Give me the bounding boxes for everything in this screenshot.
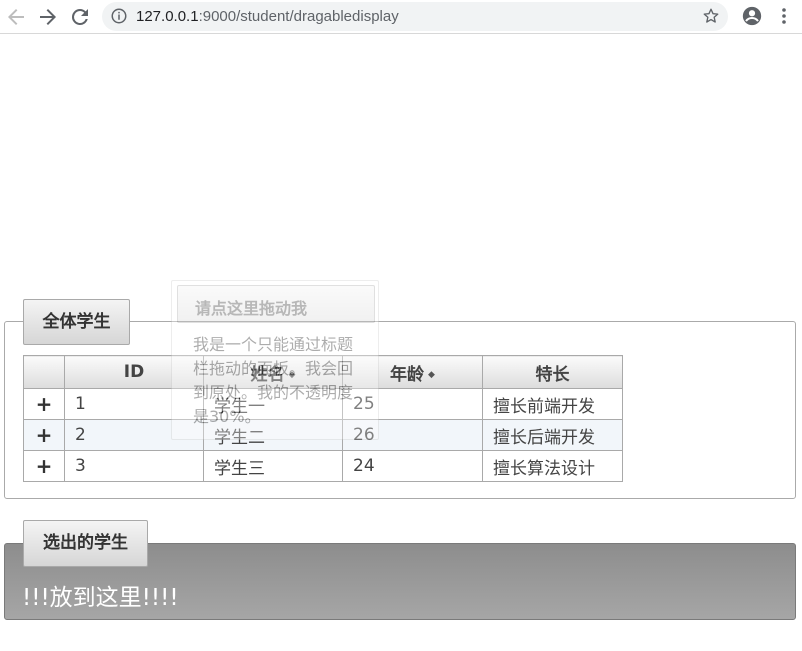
address-bar[interactable]: 127.0.0.1:9000/student/dragabledisplay (102, 2, 728, 31)
bookmark-star-icon[interactable] (702, 7, 720, 25)
selected-students-button[interactable]: 选出的学生 (23, 520, 148, 567)
expand-plus-icon[interactable]: + (23, 419, 65, 451)
column-header-skill[interactable]: 特长 (482, 355, 623, 389)
forward-icon[interactable] (36, 5, 60, 29)
column-header-age-label: 年龄 (390, 364, 425, 385)
table-row[interactable]: + 3 学生三 24 擅长算法设计 (23, 450, 623, 482)
account-icon[interactable] (741, 5, 763, 27)
expand-column-header (23, 355, 65, 389)
draggable-panel-title[interactable]: 请点这里拖动我 (177, 285, 375, 323)
cell-skill: 擅长前端开发 (482, 388, 623, 420)
cell-id: 3 (64, 450, 204, 482)
url-host: 127.0.0.1 (136, 8, 199, 25)
sort-icon[interactable]: ◆ (428, 370, 435, 380)
draggable-panel[interactable]: 请点这里拖动我 我是一个只能通过标题栏拖动的面板。我会回到原处。我的不透明度是3… (171, 280, 379, 440)
expand-plus-icon[interactable]: + (23, 388, 65, 420)
draggable-panel-body: 我是一个只能通过标题栏拖动的面板。我会回到原处。我的不透明度是30%。 (193, 335, 354, 426)
kebab-menu-icon[interactable] (774, 6, 794, 26)
column-header-id-label: ID (123, 362, 145, 382)
url-path: :9000/student/dragabledisplay (198, 8, 399, 25)
info-icon[interactable] (110, 7, 128, 25)
cell-name: 学生三 (203, 450, 343, 482)
browser-toolbar: 127.0.0.1:9000/student/dragabledisplay (0, 0, 802, 34)
cell-skill: 擅长后端开发 (482, 419, 623, 451)
reload-icon[interactable] (68, 5, 92, 29)
cell-age: 24 (342, 450, 483, 482)
cell-skill: 擅长算法设计 (482, 450, 623, 482)
expand-plus-icon[interactable]: + (23, 450, 65, 482)
all-students-button[interactable]: 全体学生 (23, 299, 130, 345)
column-header-skill-label: 特长 (535, 364, 570, 385)
back-icon[interactable] (4, 5, 28, 29)
drop-zone-text: !!!放到这里!!!! (22, 585, 179, 611)
url-text[interactable]: 127.0.0.1:9000/student/dragabledisplay (136, 8, 399, 25)
